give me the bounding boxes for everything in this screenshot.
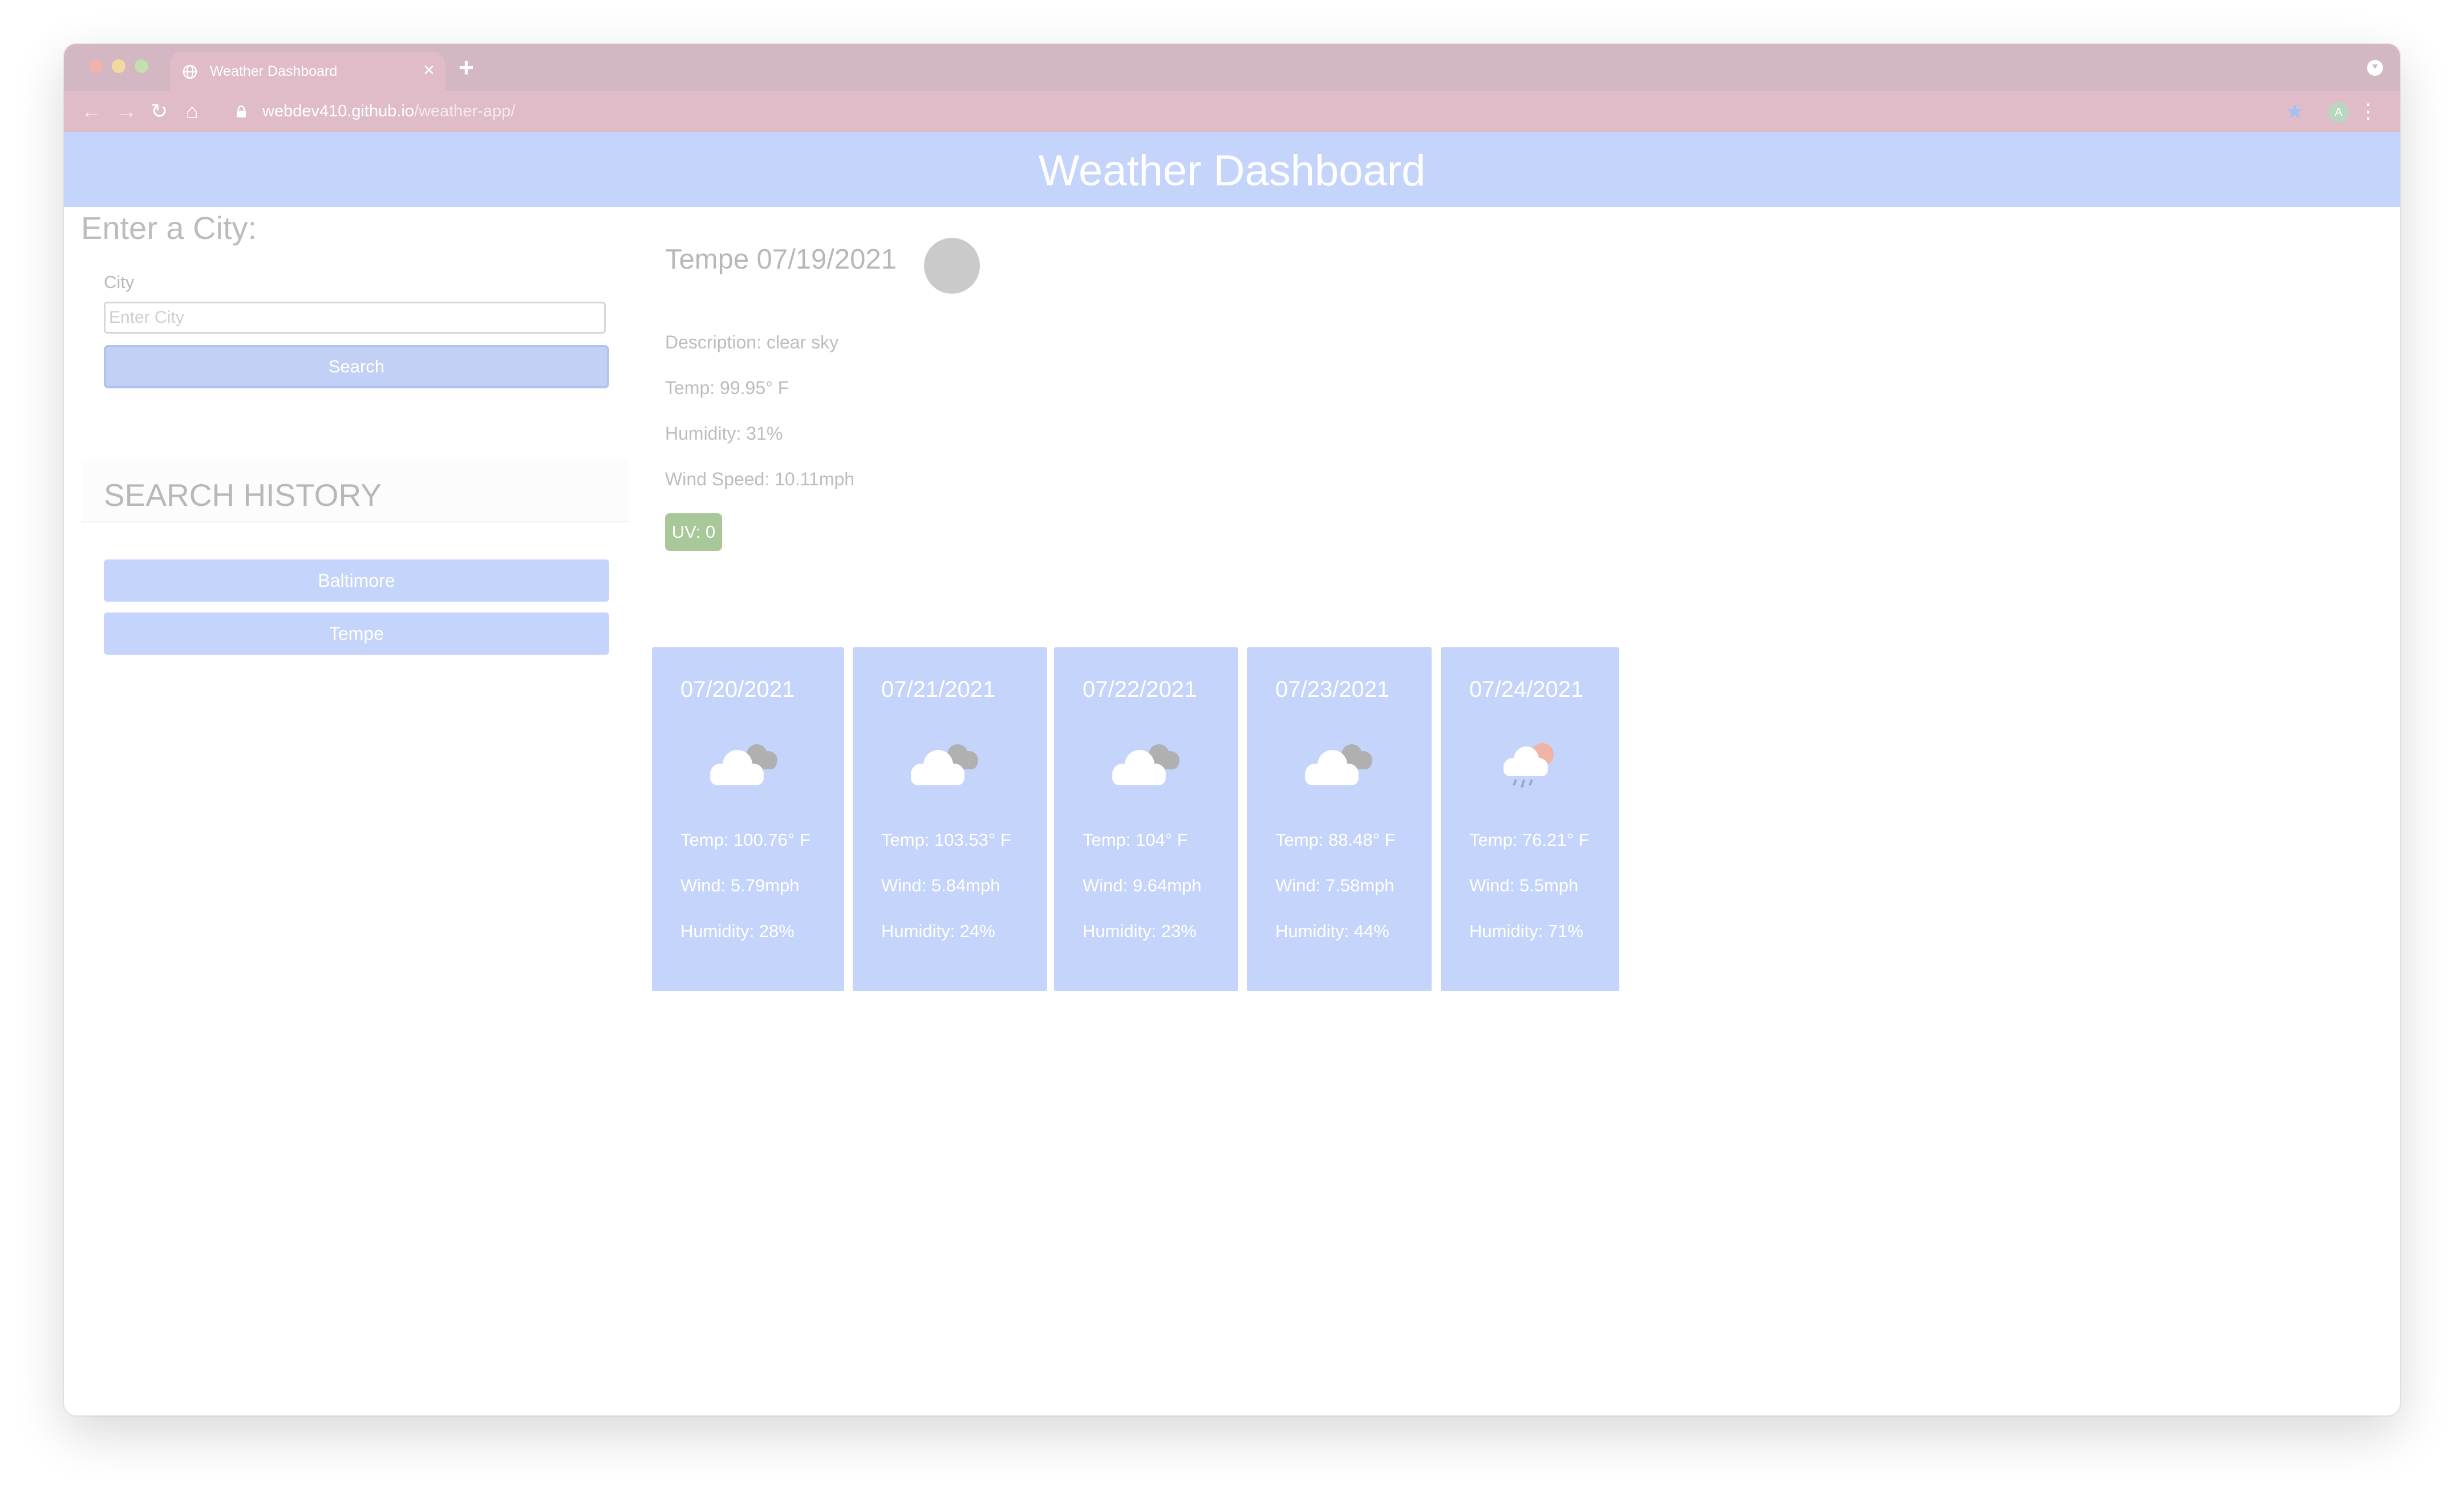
forecast-date: 07/20/2021 [680,677,795,702]
forecast-temp: Temp: 76.21° F [1469,830,1590,850]
star-icon[interactable]: ★ [2285,99,2304,124]
address-bar[interactable]: webdev410.github.io/weather-app/ [262,102,515,121]
new-tab-button[interactable]: + [459,53,474,82]
broken-clouds-icon [1112,744,1180,785]
search-history-title: SEARCH HISTORY [104,477,382,513]
globe-icon [183,64,197,79]
forecast-wind: Wind: 9.64mph [1083,875,1202,895]
forecast-date: 07/22/2021 [1083,677,1197,702]
lock-icon[interactable] [236,106,246,118]
broken-clouds-icon [1305,744,1372,785]
search-history-header: SEARCH HISTORY [81,460,629,522]
current-humidity: Humidity: 31% [665,423,783,444]
forecast-card: 07/21/2021 Temp: 103.53° F Wind: 5.84mph… [853,647,1047,991]
forecast-card: 07/24/2021 Temp: 76.21° F Wind: 5.5mph H… [1441,647,1619,991]
forecast-card: 07/20/2021 Temp: 100.76° F Wind: 5.79mph… [652,647,844,991]
url-host: webdev410.github.io [262,102,415,120]
forecast-humidity: Humidity: 24% [881,921,995,941]
close-window-button[interactable] [89,59,103,73]
forecast-card: 07/22/2021 Temp: 104° F Wind: 9.64mph Hu… [1054,647,1238,991]
search-heading: Enter a City: [81,210,257,246]
forecast-date: 07/23/2021 [1275,677,1390,702]
reload-icon[interactable]: ↻ [151,99,168,124]
city-label: City [104,272,135,292]
url-path: /weather-app/ [414,102,516,120]
profile-avatar[interactable]: A [2328,102,2349,123]
current-city-title: Tempe 07/19/2021 [665,244,897,275]
search-button[interactable]: Search [104,345,609,388]
current-weather-icon [924,238,980,294]
arrow-right-icon[interactable]: → [116,99,137,124]
tab-bar: Weather Dashboard × + [64,44,2400,91]
browser-window: Weather Dashboard × + ← → ↻ ⌂ webdev410.… [64,44,2400,1415]
broken-clouds-icon [710,744,777,785]
forecast-card: 07/23/2021 Temp: 88.48° F Wind: 7.58mph … [1247,647,1432,991]
forecast-temp: Temp: 104° F [1083,830,1188,850]
city-input[interactable] [104,302,606,334]
uv-index-badge: UV: 0 [665,513,722,551]
rain-sun-icon [1503,743,1554,788]
history-item-tempe[interactable]: Tempe [104,612,609,655]
broken-clouds-icon [911,744,978,785]
history-item-baltimore[interactable]: Baltimore [104,559,609,602]
page-content: Weather Dashboard Enter a City: City Sea… [64,132,2400,1415]
current-temp: Temp: 99.95° F [665,378,789,398]
minimize-window-button[interactable] [112,59,125,73]
forecast-temp: Temp: 100.76° F [680,830,810,850]
current-description: Description: clear sky [665,332,839,352]
site-header: Weather Dashboard [64,132,2400,207]
forecast-humidity: Humidity: 23% [1083,921,1197,941]
tab-title: Weather Dashboard [210,63,338,79]
current-wind-speed: Wind Speed: 10.11mph [665,469,855,489]
forecast-temp: Temp: 103.53° F [881,830,1011,850]
forecast-humidity: Humidity: 28% [680,921,795,941]
forecast-wind: Wind: 5.84mph [881,875,1000,895]
close-tab-icon[interactable]: × [423,60,435,80]
forecast-date: 07/24/2021 [1469,677,1584,702]
kebab-icon[interactable]: ⋮ [2358,99,2378,124]
browser-toolbar: ← → ↻ ⌂ webdev410.github.io/weather-app/… [64,91,2400,132]
home-icon[interactable]: ⌂ [186,99,198,124]
forecast-wind: Wind: 5.5mph [1469,875,1579,895]
forecast-date: 07/21/2021 [881,677,996,702]
arrow-left-icon[interactable]: ← [81,99,102,124]
maximize-window-button[interactable] [135,59,148,73]
forecast-temp: Temp: 88.48° F [1275,830,1396,850]
forecast-wind: Wind: 5.79mph [680,875,800,895]
forecast-wind: Wind: 7.58mph [1275,875,1395,895]
tab-search-icon[interactable] [2367,60,2383,76]
forecast-humidity: Humidity: 44% [1275,921,1389,941]
forecast-humidity: Humidity: 71% [1469,921,1583,941]
page-title: Weather Dashboard [1038,147,1426,195]
browser-tab[interactable]: Weather Dashboard × [170,52,445,91]
